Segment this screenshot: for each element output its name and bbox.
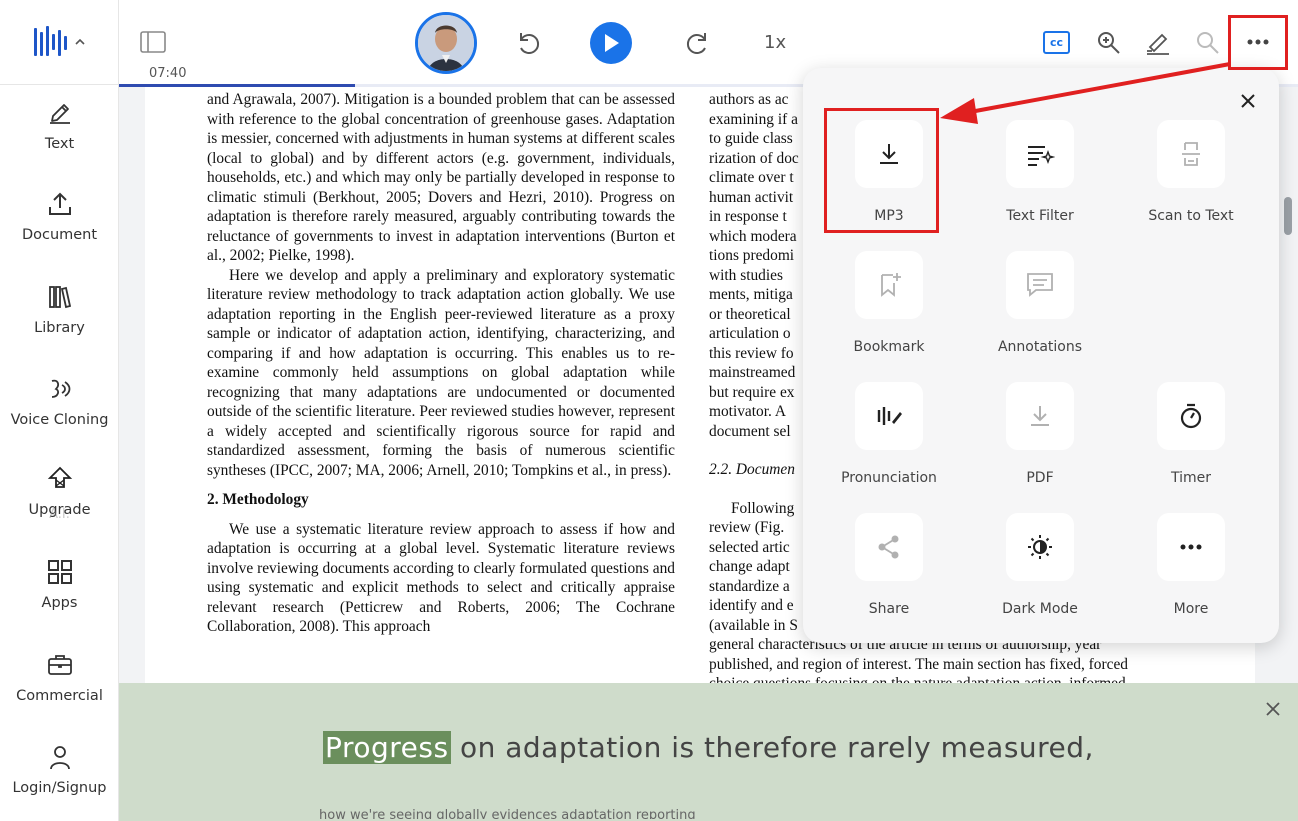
share-icon [878, 535, 899, 559]
sidebar-item-label: Text [44, 136, 75, 152]
sidebar-item-label: Apps [41, 595, 78, 611]
menu-tile-label: Scan to Text [1148, 208, 1234, 224]
sidebar-item-label: Library [34, 320, 85, 336]
annotations-icon [1027, 273, 1053, 297]
more-dots-icon [1180, 544, 1202, 550]
speed-button[interactable]: 1x [764, 32, 786, 53]
cc-icon: cc [1049, 36, 1064, 49]
rewind-icon[interactable] [513, 28, 543, 58]
app-logo[interactable] [32, 24, 86, 60]
menu-tile-more[interactable]: More [1121, 513, 1261, 617]
avatar-portrait-icon [418, 15, 474, 71]
menu-tile-label: PDF [1026, 470, 1054, 486]
highlighter-icon[interactable] [1144, 29, 1172, 57]
play-icon [605, 34, 619, 52]
menu-tile-label: Bookmark [853, 339, 925, 355]
user-icon [49, 746, 70, 770]
menu-tile-dark-mode[interactable]: Dark Mode [970, 513, 1110, 617]
subtitle-rest: on adaptation is therefore rarely measur… [450, 731, 1094, 764]
menu-tile-scan-to-text[interactable]: Scan to Text [1121, 120, 1261, 224]
sidebar-item-upgrade[interactable]: Upgrade A.I. [0, 465, 119, 522]
voice-cloning-icon [51, 379, 70, 398]
menu-tile-bookmark[interactable]: Bookmark [819, 251, 959, 355]
sidebar-item-login[interactable]: Login/Signup [0, 743, 119, 796]
waveform-logo-icon [34, 26, 67, 56]
subtitle-next-line: how we're seeing globally evidences adap… [319, 808, 696, 819]
sidebar-item-label: Commercial [16, 688, 103, 704]
paragraph: We use a systematic literature review ap… [207, 520, 675, 636]
logo-area[interactable] [0, 0, 118, 85]
document-left-column: and Agrawala, 2007). Mitigation is a bou… [207, 90, 675, 637]
section-heading: 2. Methodology [207, 491, 309, 508]
scrollbar[interactable] [1281, 87, 1295, 683]
close-menu-icon[interactable] [1241, 94, 1255, 108]
zoom-in-icon[interactable] [1096, 30, 1122, 56]
sidebar-item-label: Login/Signup [12, 780, 107, 796]
timer-icon [1180, 403, 1202, 429]
pdf-download-icon [1031, 406, 1049, 426]
subtitle-text: Progress on adaptation is therefore rare… [119, 731, 1298, 764]
menu-tile-label: Dark Mode [1002, 601, 1078, 617]
sidebar: Text Document Library Voice Cloning Upgr… [0, 0, 119, 821]
scan-to-text-icon [1182, 142, 1200, 166]
pencil-icon [49, 104, 70, 124]
upload-icon [48, 192, 71, 215]
sidebar-item-voice-cloning[interactable]: Voice Cloning [0, 375, 119, 428]
books-icon [48, 286, 71, 309]
menu-tile-annotations[interactable]: Annotations [970, 251, 1110, 355]
paragraph: Here we develop and apply a preliminary … [207, 266, 675, 479]
sidebar-item-apps[interactable]: Apps [0, 558, 119, 611]
subtitle-banner: Progress on adaptation is therefore rare… [119, 683, 1298, 821]
pronunciation-icon [877, 407, 902, 425]
menu-tile-share[interactable]: Share [819, 513, 959, 617]
menu-tile-pdf[interactable]: PDF [970, 382, 1110, 486]
sidebar-item-text[interactable]: Text [0, 99, 119, 152]
sidebar-item-commercial[interactable]: Commercial [0, 651, 119, 704]
menu-tile-label: Pronunciation [841, 470, 937, 486]
ai-overlay-label: A.I. [49, 507, 70, 522]
menu-tile-timer[interactable]: Timer [1121, 382, 1261, 486]
bookmark-add-icon [881, 273, 901, 297]
scrollbar-thumb[interactable] [1284, 197, 1292, 235]
menu-tile-pronunciation[interactable]: Pronunciation [819, 382, 959, 486]
voice-avatar[interactable] [415, 12, 477, 74]
menu-tile-label: More [1173, 601, 1209, 617]
current-word-highlight: Progress [323, 731, 451, 764]
captions-button[interactable]: cc [1043, 31, 1070, 54]
briefcase-icon [47, 655, 72, 675]
elapsed-time: 07:40 [149, 66, 187, 81]
chevron-up-icon [75, 38, 85, 45]
sidebar-item-document[interactable]: Document [0, 190, 119, 243]
menu-tile-text-filter[interactable]: Text Filter [970, 120, 1110, 224]
menu-tile-label: Share [868, 601, 910, 617]
paragraph: and Agrawala, 2007). Mitigation is a bou… [207, 91, 675, 264]
menu-tile-label: Timer [1170, 470, 1212, 486]
dark-mode-icon [1028, 535, 1052, 559]
close-banner-icon[interactable] [1266, 702, 1280, 716]
play-button[interactable] [590, 22, 632, 64]
sidebar-toggle-icon[interactable] [140, 31, 166, 53]
annotation-highlight-mp3 [824, 108, 939, 233]
search-icon[interactable] [1195, 30, 1221, 56]
apps-grid-icon [47, 560, 72, 584]
upgrade-icon [47, 466, 72, 488]
sidebar-item-library[interactable]: Library [0, 283, 119, 336]
menu-tile-label: Text Filter [1006, 208, 1074, 224]
forward-icon[interactable] [683, 28, 713, 58]
menu-tile-label: Annotations [997, 339, 1083, 355]
text-filter-icon [1028, 146, 1055, 166]
annotation-arrow [940, 62, 1231, 124]
text-line: published, and region of interest. The m… [709, 655, 1128, 673]
sidebar-item-label: Voice Cloning [10, 412, 109, 428]
sidebar-item-label: Document [21, 227, 98, 243]
